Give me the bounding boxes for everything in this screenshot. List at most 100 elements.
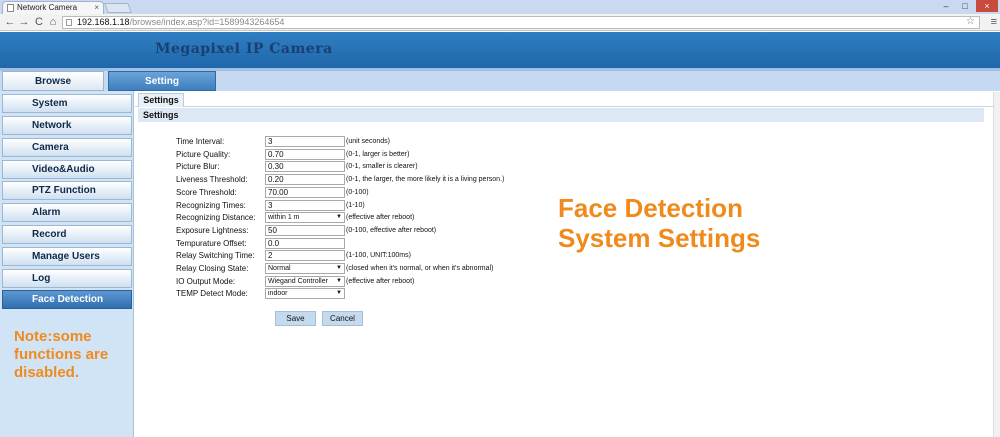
exposure-lightness-label: Exposure Lightness: (176, 225, 249, 235)
recognizing-distance-hint: (effective after reboot) (346, 214, 415, 222)
page-icon (66, 19, 72, 26)
liveness-threshold-hint: (0-1, the larger, the more likely it is … (346, 176, 505, 184)
exposure-lightness-input[interactable]: 50 (265, 224, 345, 236)
save-button[interactable]: Save (275, 311, 316, 326)
recognizing-distance-select[interactable]: within 1 m ▼ (265, 212, 345, 224)
sidebar-item-log[interactable]: Log (2, 269, 132, 288)
temp-detect-mode-row: TEMP Detect Mode: indoor ▼ (176, 288, 776, 300)
time-interval-label: Time Interval: (176, 137, 225, 146)
sidebar-item-video-audio[interactable]: Video&Audio (2, 160, 132, 179)
sidebar-item-ptz-function[interactable]: PTZ Function (2, 181, 132, 200)
io-output-mode-value: Wiegand Controller (268, 277, 328, 285)
new-tab-button[interactable] (104, 3, 132, 13)
sidebar-item-manage-users[interactable]: Manage Users (2, 247, 132, 266)
temperature-offset-input[interactable]: 0.0 (265, 237, 345, 249)
browser-menu-icon[interactable]: ≡ (991, 15, 997, 29)
page-favicon-icon (7, 4, 14, 12)
relay-closing-state-row: Relay Closing State: Normal ▼ (closed wh… (176, 263, 776, 275)
dropdown-arrow-icon: ▼ (336, 214, 342, 221)
minimize-icon[interactable]: – (937, 0, 955, 12)
tab-setting[interactable]: Setting (108, 71, 216, 91)
recognizing-distance-value: within 1 m (268, 214, 300, 222)
address-bar[interactable]: 192.168.1.18/browse/index.asp?id=1589943… (62, 16, 980, 29)
recognizing-times-label: Recognizing Times: (176, 200, 246, 210)
liveness-threshold-label: Liveness Threshold: (176, 175, 248, 185)
sidebar: System Network Camera Video&Audio PTZ Fu… (0, 91, 134, 437)
temp-detect-mode-label: TEMP Detect Mode: (176, 289, 248, 299)
relay-closing-state-value: Normal (268, 265, 291, 272)
tab-settings[interactable]: Settings (138, 93, 184, 107)
relay-switching-time-input[interactable]: 2 (265, 250, 345, 262)
picture-blur-label: Picture Blur: (176, 162, 220, 172)
disabled-functions-note: Note:some functions are disabled. (14, 328, 108, 382)
time-interval-hint: (unit seconds) (346, 138, 390, 145)
cancel-button[interactable]: Cancel (322, 311, 363, 326)
picture-blur-input[interactable]: 0.30 (265, 161, 345, 173)
section-header: Settings (138, 108, 984, 122)
recognizing-times-hint: (1-10) (346, 201, 365, 209)
home-icon[interactable]: ⌂ (47, 15, 59, 29)
relay-switching-time-label: Relay Switching Time: (176, 251, 255, 261)
dropdown-arrow-icon: ▼ (336, 290, 342, 297)
forward-icon[interactable]: → (18, 15, 30, 29)
window-close-icon[interactable]: × (976, 0, 998, 12)
url-host: 192.168.1.18 (77, 17, 130, 27)
note-line-2: functions are (14, 346, 109, 363)
note-line-1: Note:some (14, 328, 92, 345)
back-icon[interactable]: ← (4, 15, 16, 29)
browser-tab-bar: Network Camera × – □ × (0, 0, 1000, 14)
liveness-threshold-input[interactable]: 0.20 (265, 174, 345, 186)
liveness-threshold-row: Liveness Threshold: 0.20 (0-1, the large… (176, 174, 776, 186)
exposure-lightness-hint: (0-100, effective after reboot) (346, 226, 437, 234)
reload-icon[interactable]: C (33, 15, 45, 29)
picture-quality-row: Picture Quality: 0.70 (0-1, larger is be… (176, 148, 776, 161)
page-scrollbar[interactable] (993, 92, 1000, 437)
score-threshold-input[interactable]: 70.00 (265, 186, 345, 198)
dropdown-arrow-icon: ▼ (336, 277, 342, 284)
sidebar-item-network[interactable]: Network (2, 116, 132, 135)
browser-tab-title: Network Camera (17, 3, 78, 12)
io-output-mode-label: IO Output Mode: (176, 276, 236, 286)
sidebar-item-record[interactable]: Record (2, 225, 132, 244)
io-output-mode-hint: (effective after reboot) (346, 277, 415, 285)
sidebar-item-camera[interactable]: Camera (2, 138, 132, 157)
picture-quality-input[interactable]: 0.70 (265, 148, 345, 160)
recognizing-times-input[interactable]: 3 (265, 199, 345, 211)
url-path: /browse/index.asp?id=1589943264654 (129, 17, 285, 27)
relay-closing-state-label: Relay Closing State: (176, 264, 249, 273)
temp-detect-mode-value: indoor (268, 290, 288, 298)
time-interval-row: Time Interval: 3 (unit seconds) (176, 136, 776, 148)
relay-closing-state-select[interactable]: Normal ▼ (265, 263, 345, 274)
relay-closing-state-hint: (closed when it's normal, or when it's a… (346, 265, 494, 272)
browser-toolbar: ← → C ⌂ 192.168.1.18/browse/index.asp?id… (0, 14, 1000, 31)
picture-blur-hint: (0-1, smaller is clearer) (346, 163, 418, 171)
maximize-icon[interactable]: □ (956, 0, 974, 12)
top-nav: Browse Setting (0, 71, 1000, 91)
io-output-mode-select[interactable]: Wiegand Controller ▼ (265, 275, 345, 287)
caption-line-2: System Settings (558, 223, 761, 253)
sidebar-item-system[interactable]: System (2, 94, 132, 113)
browser-tab[interactable]: Network Camera × (2, 1, 104, 14)
dropdown-arrow-icon: ▼ (336, 265, 342, 271)
tab-browse[interactable]: Browse (2, 71, 104, 91)
io-output-mode-row: IO Output Mode: Wiegand Controller ▼ (ef… (176, 275, 776, 288)
score-threshold-label: Score Threshold: (176, 187, 237, 197)
app-header: Megapixel IP Camera (0, 32, 1000, 68)
bookmark-star-icon[interactable]: ☆ (966, 16, 975, 27)
score-threshold-hint: (0-100) (346, 188, 369, 196)
recognizing-distance-label: Recognizing Distance: (176, 213, 256, 223)
note-line-3: disabled. (14, 364, 80, 381)
face-detection-caption: Face Detection System Settings (558, 193, 760, 253)
tab-close-icon[interactable]: × (94, 2, 99, 14)
app-title: Megapixel IP Camera (155, 41, 333, 57)
main-tab-bar: Settings (135, 91, 1000, 107)
picture-quality-hint: (0-1, larger is better) (346, 150, 410, 158)
sidebar-item-face-detection[interactable]: Face Detection (2, 290, 132, 309)
time-interval-input[interactable]: 3 (265, 136, 345, 147)
temp-detect-mode-select[interactable]: indoor ▼ (265, 288, 345, 300)
caption-line-1: Face Detection (558, 193, 743, 223)
picture-quality-label: Picture Quality: (176, 149, 231, 159)
relay-switching-time-hint: (1-100, UNIT:100ms) (346, 252, 411, 260)
temperature-offset-label: Tempurature Offset: (176, 238, 247, 248)
sidebar-item-alarm[interactable]: Alarm (2, 203, 132, 222)
